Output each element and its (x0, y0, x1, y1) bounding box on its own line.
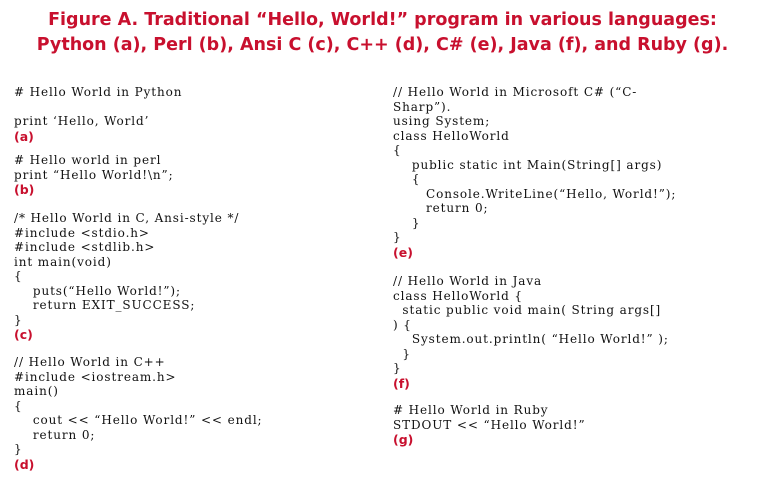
ruby-example: # Hello World in Ruby STDOUT << “Hello W… (393, 403, 586, 447)
ansi-c-example: /* Hello World in C, Ansi-style */ #incl… (14, 211, 239, 342)
java-label: (f) (393, 375, 410, 391)
figure-caption-line-1: Figure A. Traditional “Hello, World!” pr… (48, 10, 717, 30)
figure-caption-line-2: Python (a), Perl (b), Ansi C (c), C++ (d… (36, 35, 729, 55)
python-label: (a) (14, 128, 34, 144)
ansi-c-code: /* Hello World in C, Ansi-style */ #incl… (14, 211, 240, 327)
java-code: // Hello World in Java class HelloWorld … (393, 274, 669, 375)
csharp-label: (e) (393, 244, 413, 260)
cpp-code: // Hello World in C++ #include <iostream… (14, 355, 263, 456)
figure-caption: Figure A. Traditional “Hello, World!” pr… (0, 8, 765, 58)
ruby-code: # Hello World in Ruby STDOUT << “Hello W… (393, 403, 586, 432)
csharp-example: // Hello World in Microsoft C# (“C- Shar… (393, 85, 676, 260)
python-code: # Hello World in Python print ‘Hello, Wo… (14, 85, 183, 128)
perl-code: # Hello world in perl print “Hello World… (14, 153, 174, 182)
csharp-code: // Hello World in Microsoft C# (“C- Shar… (393, 85, 677, 244)
perl-label: (b) (14, 182, 35, 197)
ruby-label: (g) (393, 432, 414, 447)
cpp-example: // Hello World in C++ #include <iostream… (14, 355, 263, 472)
java-example: // Hello World in Java class HelloWorld … (393, 274, 669, 391)
cpp-label: (d) (14, 456, 35, 472)
python-example: # Hello World in Python print ‘Hello, Wo… (14, 85, 182, 144)
ansi-c-label: (c) (14, 327, 33, 342)
perl-example: # Hello world in perl print “Hello World… (14, 153, 174, 197)
